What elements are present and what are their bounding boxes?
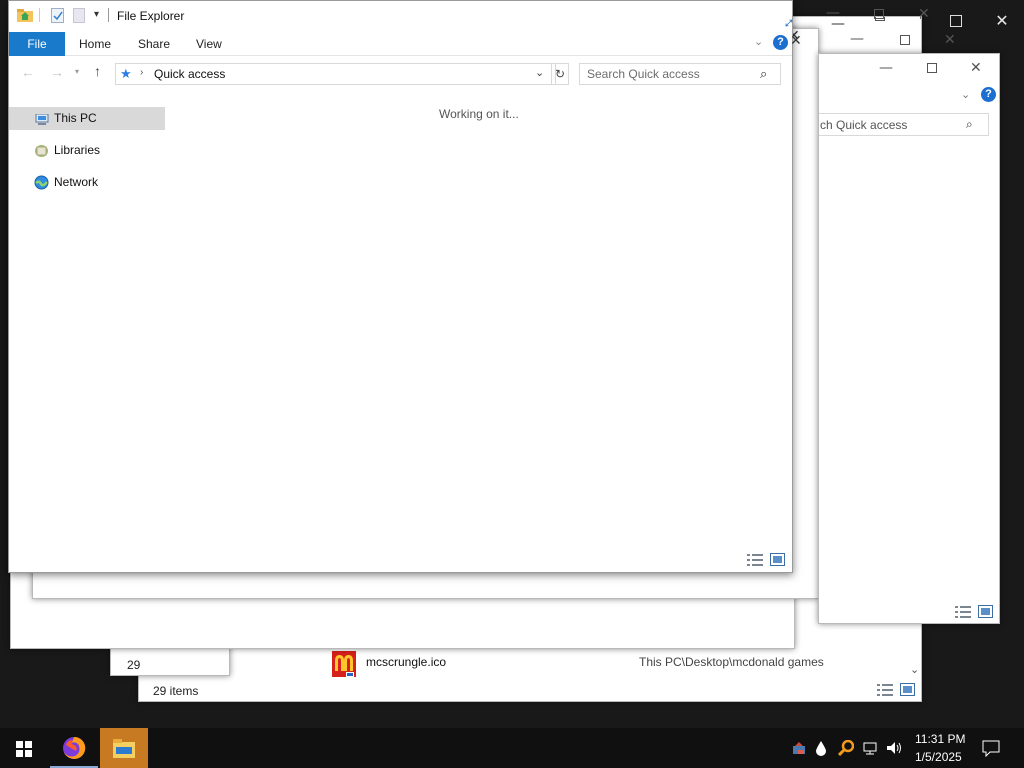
maximize-icon[interactable] <box>900 35 910 45</box>
windows-start-icon <box>16 741 32 757</box>
quick-access-toolbar-dropdown-icon[interactable]: ▾ <box>94 9 99 20</box>
nav-item-this-pc[interactable]: This PC <box>9 107 165 130</box>
file-explorer-window[interactable]: ▾ File Explorer File Home Share View ⌄ ?… <box>8 0 793 573</box>
details-view-icon[interactable] <box>955 606 971 618</box>
close-icon[interactable]: ✕ <box>992 12 1012 32</box>
tab-view[interactable]: View <box>196 32 222 56</box>
tab-home[interactable]: Home <box>79 32 111 56</box>
tab-share[interactable]: Share <box>138 32 170 56</box>
close-icon[interactable]: ✕ <box>970 61 982 75</box>
ribbon: File Home Share View ⌄ ? <box>9 32 792 56</box>
minimize-icon[interactable]: — <box>850 32 864 46</box>
up-arrow-icon[interactable]: ↑ <box>94 63 101 79</box>
firefox-icon <box>63 736 86 759</box>
computer-icon <box>35 111 49 125</box>
taskbar: 11:31 PM 1/5/2025 <box>0 728 1024 768</box>
clock-date[interactable]: 1/5/2025 <box>915 750 962 764</box>
large-icons-view-icon[interactable] <box>978 605 993 618</box>
large-icons-view-icon[interactable] <box>900 683 915 696</box>
start-button[interactable] <box>0 728 48 768</box>
quick-access-star-icon: ★ <box>120 66 132 81</box>
restore-icon[interactable] <box>950 15 962 27</box>
address-bar[interactable]: ★ › Quick access ⌄ <box>115 63 556 85</box>
volume-icon[interactable] <box>885 740 903 756</box>
minimize-icon[interactable]: — <box>826 6 840 20</box>
status-items-count: 29 <box>127 658 141 672</box>
close-icon[interactable]: ✕ <box>790 34 802 48</box>
help-icon[interactable]: ? <box>773 35 788 50</box>
network-icon <box>34 175 49 190</box>
search-icon: ⌕ <box>966 117 973 131</box>
address-dropdown-icon[interactable]: ⌄ <box>535 66 544 79</box>
properties-icon[interactable] <box>51 8 64 23</box>
network-status-icon[interactable] <box>861 740 879 756</box>
minimize-icon[interactable]: — <box>879 61 893 75</box>
background-explorer-window[interactable]: — ✕ ⌄ ? ch Quick access ⌕ <box>818 53 1000 624</box>
maximize-icon[interactable] <box>927 63 937 73</box>
large-icons-view-icon[interactable] <box>770 553 785 566</box>
search-input[interactable]: Search Quick access ⌕ <box>579 63 781 85</box>
clock-time[interactable]: 11:31 PM <box>915 732 965 746</box>
close-icon[interactable]: ✕ <box>918 7 930 21</box>
forward-arrow-icon[interactable]: → <box>50 64 64 80</box>
mcdonalds-file-icon <box>332 651 356 677</box>
taskbar-file-explorer[interactable] <box>100 728 148 768</box>
network-sharing-icon[interactable] <box>791 740 807 756</box>
nav-item-libraries[interactable]: Libraries <box>9 139 165 162</box>
new-folder-icon[interactable] <box>73 8 85 23</box>
separator <box>39 8 40 22</box>
title-bar[interactable]: ▾ File Explorer <box>9 1 792 32</box>
window-title: File Explorer <box>117 9 185 23</box>
navigation-pane: This PC Libraries Network <box>9 107 165 207</box>
maximize-icon[interactable] <box>874 9 884 19</box>
search-input[interactable]: ch Quick access ⌕ <box>819 113 989 136</box>
file-explorer-icon <box>113 739 135 758</box>
scroll-down-icon[interactable]: ⌄ <box>910 663 919 676</box>
ribbon-expand-icon[interactable]: ⌄ <box>961 88 970 101</box>
back-arrow-icon[interactable]: ← <box>21 64 35 80</box>
details-view-icon[interactable] <box>877 684 893 696</box>
breadcrumb-chevron-icon[interactable]: › <box>140 67 143 78</box>
status-items-count: 29 items <box>153 684 199 698</box>
file-explorer-app-icon <box>17 8 33 22</box>
tab-file[interactable]: File <box>9 32 65 56</box>
refresh-icon[interactable]: ↻ <box>551 63 569 85</box>
address-location[interactable]: Quick access <box>154 67 225 81</box>
help-icon[interactable]: ? <box>981 87 996 102</box>
magnifier-icon[interactable] <box>837 739 855 757</box>
separator <box>108 8 109 22</box>
recent-locations-icon[interactable]: ▾ <box>75 67 79 76</box>
taskbar-firefox[interactable] <box>50 728 98 768</box>
file-path: This PC\Desktop\mcdonald games <box>639 655 824 669</box>
nav-item-network[interactable]: Network <box>9 171 165 194</box>
details-view-icon[interactable] <box>747 554 763 566</box>
file-name[interactable]: mcscrungle.ico <box>366 655 446 669</box>
search-icon: ⌕ <box>760 66 768 81</box>
ribbon-expand-icon[interactable]: ⌄ <box>754 35 763 48</box>
close-icon[interactable]: ✕ <box>944 33 956 47</box>
drop-icon[interactable] <box>815 740 827 756</box>
notifications-icon[interactable] <box>982 739 1000 758</box>
loading-status: Working on it... <box>439 107 519 121</box>
libraries-icon <box>34 143 49 157</box>
